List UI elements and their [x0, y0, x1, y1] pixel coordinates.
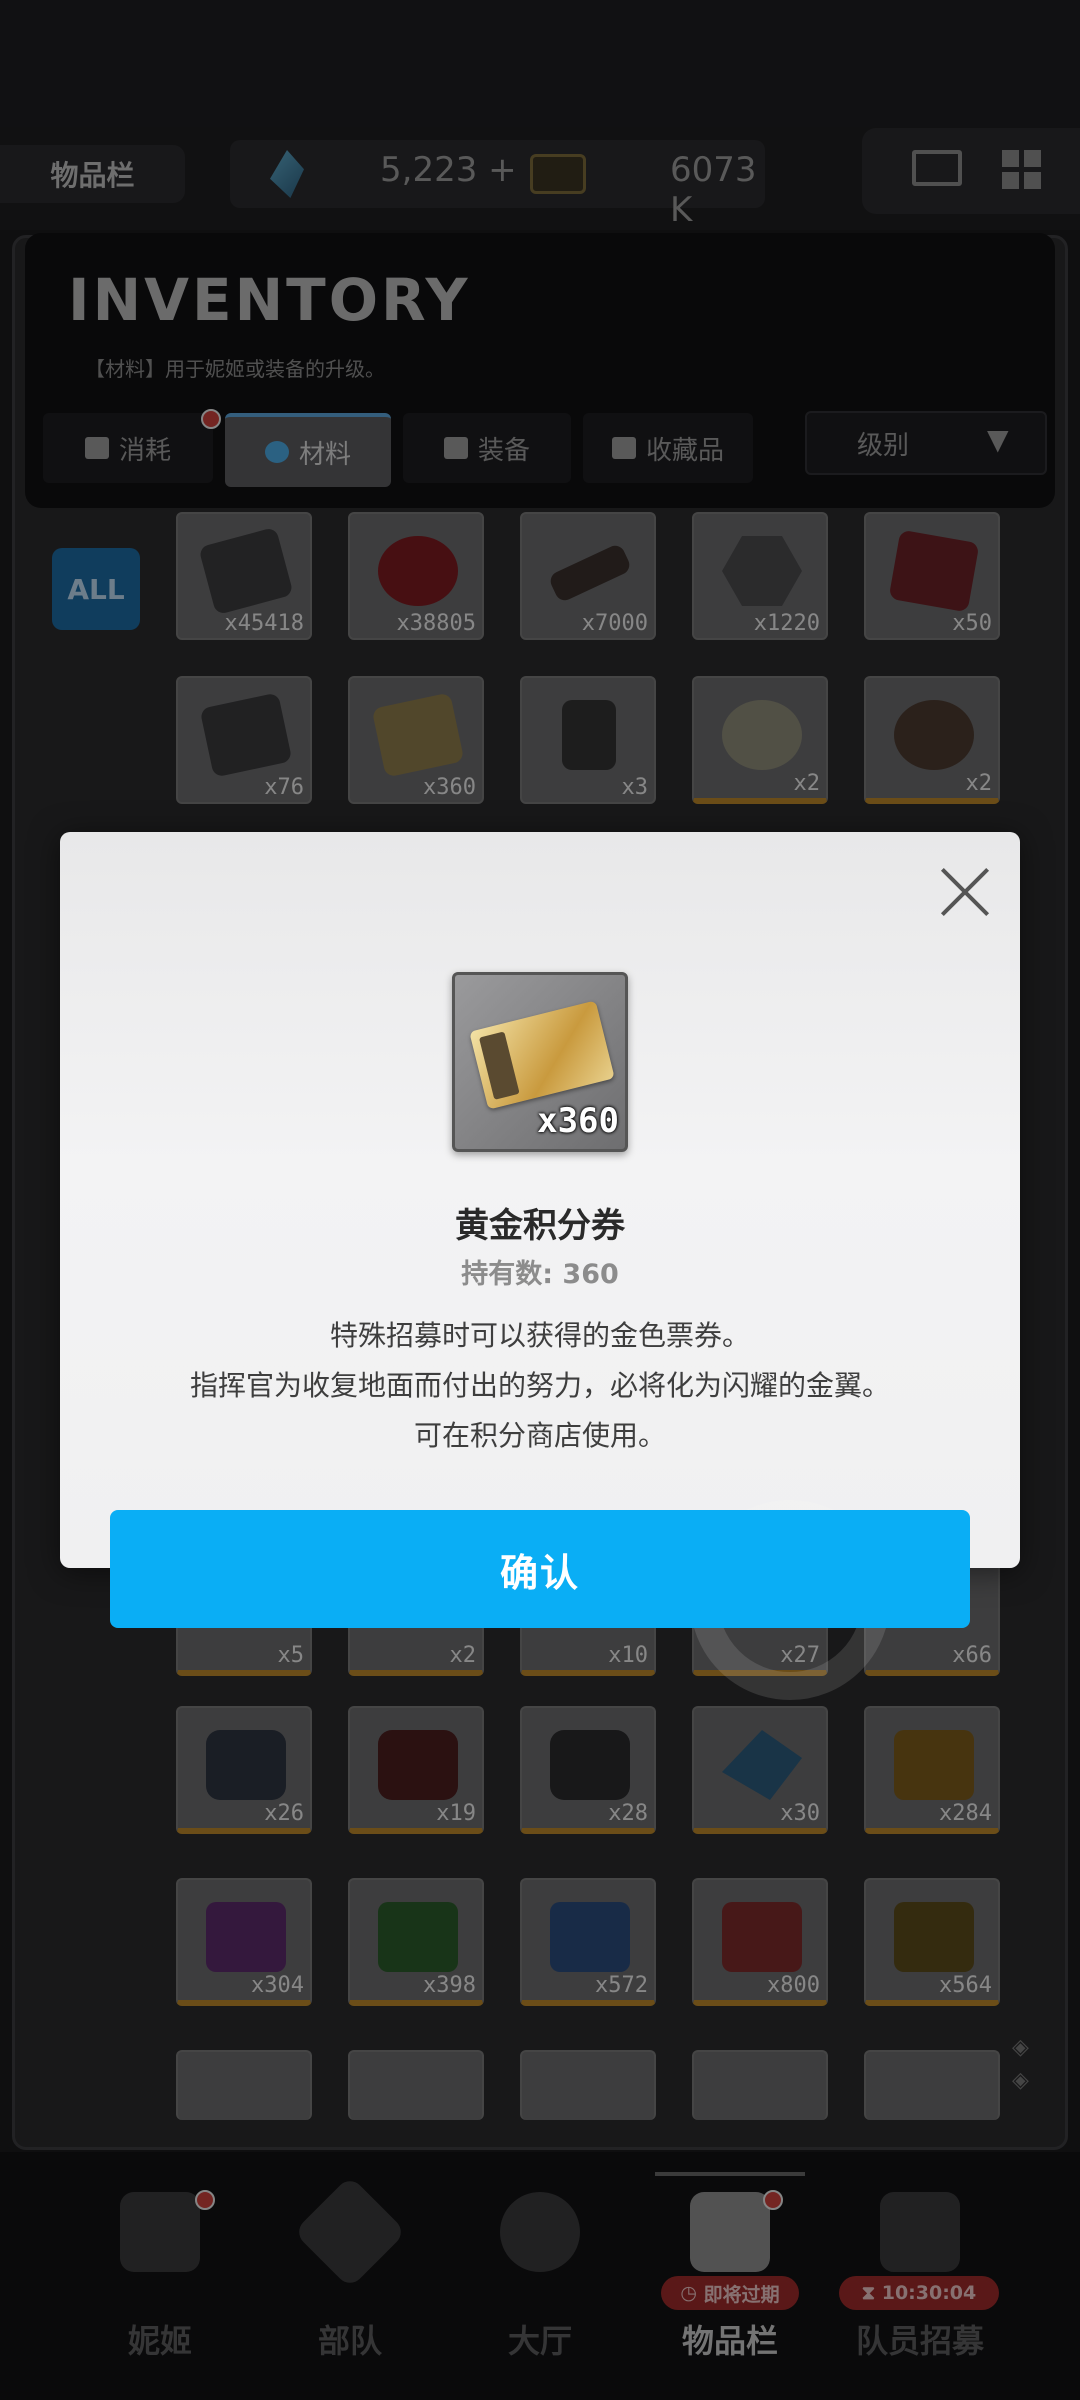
close-icon[interactable]	[935, 862, 995, 922]
item-description-line: 指挥官为收复地面而付出的努力，必将化为闪耀的金翼。	[189, 1369, 890, 1402]
item-detail-modal: x360 黄金积分券 持有数: 360 特殊招募时可以获得的金色票券。 指挥官为…	[60, 832, 1020, 1568]
held-count: 持有数: 360	[461, 1259, 619, 1290]
item-quantity: x360	[537, 1101, 619, 1141]
item-thumbnail: x360	[452, 972, 628, 1152]
item-description-line: 可在积分商店使用。	[413, 1419, 666, 1452]
item-description-line: 特殊招募时可以获得的金色票券。	[329, 1319, 750, 1352]
gold-ticket-icon	[469, 1000, 615, 1110]
item-name: 黄金积分券	[455, 1206, 625, 1246]
confirm-button[interactable]: 确认	[110, 1510, 970, 1628]
